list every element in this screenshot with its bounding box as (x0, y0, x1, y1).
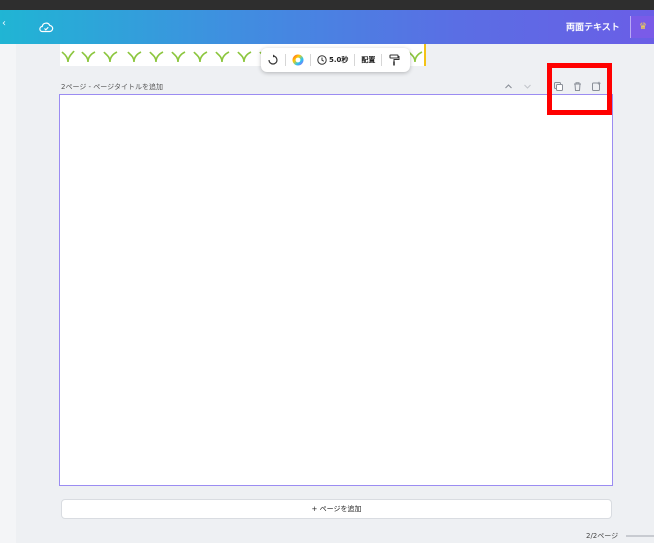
duration-button[interactable]: 5.0秒 (317, 55, 348, 65)
cloud-sync-icon[interactable] (38, 19, 54, 35)
add-page-button[interactable]: + ページを追加 (61, 499, 612, 519)
element-toolbar: 5.0秒 配置 (261, 48, 410, 72)
zoom-slider[interactable] (626, 535, 654, 537)
duration-label: 5.0秒 (329, 56, 349, 64)
page-canvas[interactable] (59, 94, 613, 486)
toolbar-divider (381, 54, 383, 66)
window-top-strip (0, 0, 654, 10)
clock-icon (317, 55, 327, 65)
left-panel-edge (0, 44, 16, 543)
toolbar-divider (310, 54, 311, 66)
chevron-up-icon[interactable] (503, 81, 514, 92)
toolbar-divider (285, 54, 286, 66)
chevron-icon[interactable]: ‹ (2, 18, 6, 29)
document-title[interactable]: 両面テキスト (566, 20, 626, 33)
editor-header: ‹ 両面テキスト ♛ (0, 10, 654, 44)
color-icon[interactable] (292, 54, 304, 66)
highlight-box (547, 63, 612, 115)
add-page-label: + ページを追加 (311, 505, 362, 513)
toolbar-divider (354, 54, 356, 66)
page-title-label[interactable]: 2ページ - ページタイトルを追加 (61, 82, 163, 92)
arrange-button[interactable]: 配置 (361, 55, 375, 65)
crown-icon[interactable]: ♛ (630, 16, 654, 38)
chevron-down-icon[interactable] (522, 81, 533, 92)
animate-icon[interactable] (267, 54, 279, 66)
paint-roller-icon[interactable] (388, 54, 400, 66)
page-count: 2/2ページ (586, 532, 619, 540)
